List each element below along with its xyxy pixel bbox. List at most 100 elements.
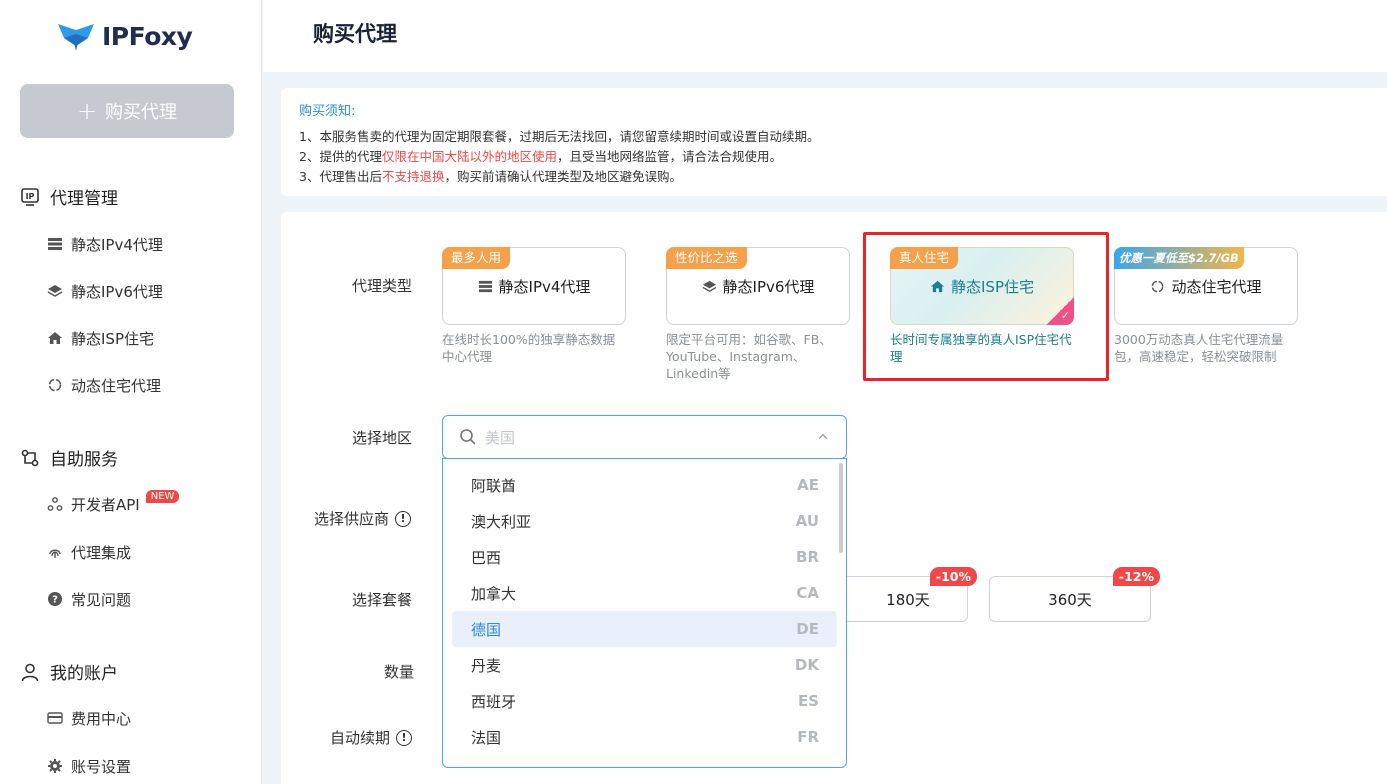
plan-option-360[interactable]: 360天 -12% [989, 567, 1160, 622]
plan-label: 选择套餐 [352, 591, 413, 609]
type-tag: 最多人用 [442, 247, 511, 269]
sidebar-item-dynamic-residential[interactable]: 动态住宅代理 [47, 373, 161, 397]
region-code: BR [796, 548, 819, 566]
region-name: 加拿大 [471, 584, 517, 603]
notice-title: 购买须知: [299, 104, 356, 119]
region-name: 丹麦 [471, 656, 502, 675]
region-option[interactable]: 德国 DE [452, 611, 837, 647]
region-option[interactable]: 西班牙 ES [452, 683, 837, 719]
fingerprint-icon [49, 549, 61, 558]
proxy-type-dynamic-residential[interactable]: 优惠一夏低至$2.7/GB 动态住宅代理 [1114, 247, 1298, 325]
sidebar-item-account-settings[interactable]: 账号设置 [47, 754, 131, 778]
region-name: 德国 [471, 620, 502, 639]
sidebar-item-label: 常见问题 [71, 590, 132, 609]
auto-renew-label: 自动续期! [330, 727, 413, 748]
logo[interactable]: IPFoxy [56, 20, 193, 52]
refresh-icon [48, 378, 62, 392]
region-placeholder: 美国 [485, 428, 516, 447]
region-option[interactable]: 澳大利亚 AU [452, 503, 837, 539]
sidebar-item-developer-api[interactable]: 开发者API NEW [47, 489, 180, 516]
region-option[interactable]: 巴西 BR [452, 539, 837, 575]
user-icon [21, 663, 39, 681]
sidebar-item-label: 开发者API [71, 495, 140, 514]
search-icon [460, 429, 476, 445]
region-option[interactable]: 法国 FR [452, 719, 837, 755]
layers-icon [702, 280, 716, 292]
type-tag: 优惠一夏低至$2.7/GB [1114, 247, 1244, 269]
region-name: 西班牙 [471, 692, 517, 711]
gear-icon [48, 759, 62, 773]
home-icon [48, 332, 62, 344]
group-proxy-management: IP 代理管理 [20, 184, 118, 209]
region-dropdown: 阿联酋 AE 澳大利亚 AU 巴西 BR 加拿大 CA 德国 DE 丹麦 DK 西班牙 ES … [442, 458, 847, 768]
region-option-list: 阿联酋 AE 澳大利亚 AU 巴西 BR 加拿大 CA 德国 DE 丹麦 DK 西班牙 ES … [443, 459, 846, 755]
notice-text: 3、代理售出后 [299, 169, 382, 184]
notice-warning-text: 不支持退换 [381, 169, 445, 184]
proxy-type-static-ipv4[interactable]: 最多人用 静态IPv4代理 [442, 247, 626, 325]
sidebar-item-proxy-integration[interactable]: 代理集成 [47, 540, 131, 564]
sidebar-item-static-ipv4[interactable]: 静态IPv4代理 [47, 232, 163, 256]
sidebar-item-label: 静态ISP住宅 [71, 329, 154, 348]
sidebar-item-label: 费用中心 [71, 709, 132, 728]
region-code: AU [795, 512, 819, 530]
region-name: 巴西 [471, 548, 502, 567]
region-select[interactable]: 美国 [442, 415, 847, 459]
top-bar: 购买代理 [263, 0, 1387, 72]
discount-badge: -10% [929, 567, 977, 586]
type-desc: 在线时长100%的独享静态数据中心代理 [442, 332, 616, 364]
svg-text:IP: IP [26, 192, 35, 201]
sidebar-item-label: 代理集成 [71, 543, 132, 562]
proxy-type-label: 代理类型 [352, 277, 413, 295]
group-title-label: 代理管理 [50, 189, 118, 209]
region-code: FR [797, 728, 819, 746]
supplier-label: 选择供应商! [314, 508, 412, 529]
type-desc: 3000万动态真人住宅代理流量包，高速稳定，轻松突破限制 [1114, 332, 1284, 364]
brand-name: IPFoxy [102, 21, 193, 51]
region-option[interactable]: 丹麦 DK [452, 647, 837, 683]
webhook-icon [47, 497, 63, 511]
layers-icon [47, 285, 63, 297]
notice-line-3: 3、代理售出后不支持退换，购买前请确认代理类型及地区避免误购。 [299, 167, 1369, 187]
buy-proxy-label: 购买代理 [105, 102, 178, 123]
notice-text: 2、提供的代理 [299, 149, 382, 164]
sidebar-item-label: 账号设置 [71, 757, 132, 776]
sidebar-item-label: 静态IPv4代理 [71, 235, 163, 254]
region-option[interactable]: 加拿大 CA [452, 575, 837, 611]
group-title-label: 我的账户 [50, 664, 118, 684]
region-code: AE [797, 476, 819, 494]
group-my-account: 我的账户 [20, 659, 118, 684]
purchase-notice: 购买须知: 1、本服务售卖的代理为固定期限套餐，过期后无法找回，请您留意续期时间… [281, 88, 1387, 196]
buy-proxy-button[interactable]: + 购买代理 [20, 84, 234, 138]
help-icon[interactable]: ! [396, 729, 413, 746]
chevron-up-icon[interactable] [816, 430, 830, 444]
notice-line-1: 1、本服务售卖的代理为固定期限套餐，过期后无法找回，请您留意续期时间或设置自动续… [299, 129, 820, 144]
region-option[interactable]: 阿联酋 AE [452, 467, 837, 503]
sidebar-item-static-ipv6[interactable]: 静态IPv6代理 [47, 279, 163, 303]
sidebar-item-label: 动态住宅代理 [71, 376, 162, 395]
group-self-service: 自助服务 [20, 445, 118, 470]
region-label: 选择地区 [352, 429, 413, 447]
sidebar: IPFoxy + 购买代理 IP 代理管理 静态IPv4代理 静态IPv6代理 … [0, 0, 262, 784]
new-badge: NEW [145, 489, 180, 503]
notice-text: ，购买前请确认代理类型及地区避免误购。 [444, 169, 682, 184]
sidebar-item-faq[interactable]: ? 常见问题 [47, 587, 131, 611]
sidebar-item-static-isp[interactable]: 静态ISP住宅 [47, 326, 154, 350]
sidebar-item-label: 静态IPv6代理 [71, 282, 163, 301]
dropdown-scrollbar[interactable] [839, 463, 843, 553]
plan-label-text: 180天 [886, 590, 930, 609]
type-tag: 性价比之选 [666, 247, 747, 269]
proxy-type-static-ipv6[interactable]: 性价比之选 静态IPv6代理 [666, 247, 850, 325]
quantity-label: 数量 [384, 663, 415, 681]
region-name: 法国 [471, 728, 502, 747]
fox-logo-icon [58, 24, 94, 51]
server-icon [478, 280, 492, 292]
notice-text: ，且受当地网络监管，请合法合规使用。 [556, 149, 782, 164]
plus-icon: + [76, 97, 98, 125]
svg-text:?: ? [52, 595, 58, 606]
credit-card-icon [47, 712, 63, 724]
supplier-label-text: 选择供应商 [314, 510, 390, 528]
plan-label-text: 360天 [1048, 590, 1092, 609]
help-icon[interactable]: ! [395, 510, 412, 527]
sidebar-item-billing[interactable]: 费用中心 [47, 706, 131, 730]
region-code: CA [796, 584, 819, 602]
